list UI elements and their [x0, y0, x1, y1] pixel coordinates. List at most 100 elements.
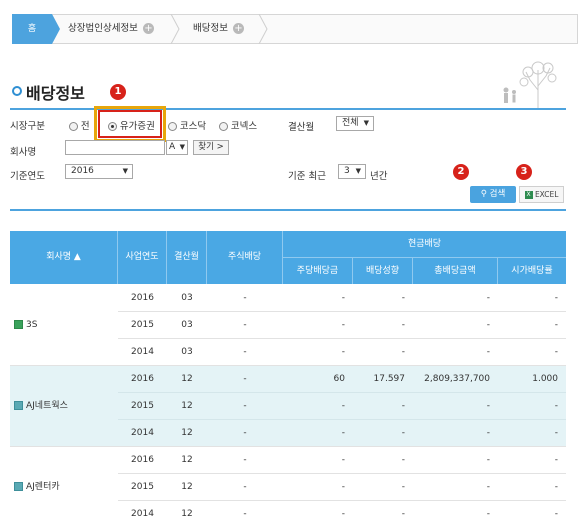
- total-cell: -: [486, 509, 490, 519]
- annotation-marker-3: 3: [516, 164, 532, 180]
- yield-cell: -: [554, 428, 558, 438]
- yield-cell: -: [554, 509, 558, 519]
- company-cell[interactable]: 3S: [10, 285, 118, 366]
- search-icon: ⚲: [480, 189, 487, 199]
- yield-cell: 1.000: [532, 374, 558, 384]
- plus-icon[interactable]: +: [232, 23, 244, 34]
- total-cell: -: [486, 347, 490, 357]
- month-cell: 12: [181, 401, 193, 411]
- dps-cell: 60: [333, 374, 345, 384]
- dropdown-arrow-icon: ▼: [355, 167, 361, 175]
- recent-years-label: 기준 최근: [288, 171, 326, 182]
- payout-cell: -: [401, 482, 405, 492]
- header-dividend-per-share: 주당배당금: [283, 258, 353, 284]
- year-cell: 2015: [131, 482, 154, 492]
- radio-icon[interactable]: [69, 122, 78, 131]
- yield-cell: -: [554, 320, 558, 330]
- payout-cell: -: [401, 320, 405, 330]
- stock-dividend-cell: -: [243, 428, 247, 438]
- base-year-label: 기준연도: [10, 171, 45, 182]
- title-bullet-icon: [12, 86, 22, 96]
- settle-month-select[interactable]: 전체 ▼: [336, 116, 374, 131]
- year-cell: 2015: [131, 401, 154, 411]
- breadcrumb-separator: [258, 14, 268, 44]
- recent-years-select[interactable]: 3 ▼: [338, 164, 366, 179]
- total-cell: -: [486, 428, 490, 438]
- month-cell: 12: [181, 428, 193, 438]
- year-cell: 2016: [131, 374, 154, 384]
- company-initial-select[interactable]: A ▼: [166, 140, 188, 155]
- stock-dividend-cell: -: [243, 293, 247, 303]
- year-cell: 2015: [131, 320, 154, 330]
- dps-cell: -: [341, 320, 345, 330]
- excel-icon: X: [524, 191, 533, 199]
- year-cell: 2016: [131, 293, 154, 303]
- month-cell: 03: [181, 320, 193, 330]
- stock-dividend-cell: -: [243, 455, 247, 465]
- stock-dividend-cell: -: [243, 374, 247, 384]
- dps-cell: -: [341, 509, 345, 519]
- base-year-select[interactable]: 2016 ▼: [65, 164, 133, 179]
- stock-dividend-cell: -: [243, 482, 247, 492]
- stock-dividend-cell: -: [243, 347, 247, 357]
- company-icon: [14, 320, 23, 329]
- total-cell: -: [486, 320, 490, 330]
- search-button[interactable]: ⚲ 검색: [470, 186, 516, 203]
- radio-icon[interactable]: [219, 122, 228, 131]
- header-dividend-yield: 시가배당률: [498, 258, 566, 284]
- breadcrumb-listed-company-detail[interactable]: 상장법인상세정보 +: [68, 14, 154, 44]
- header-company[interactable]: 회사명 ▲: [10, 231, 118, 284]
- month-cell: 12: [181, 482, 193, 492]
- total-cell: -: [486, 293, 490, 303]
- company-input[interactable]: [65, 140, 165, 155]
- radio-icon[interactable]: [168, 122, 177, 131]
- dropdown-arrow-icon: ▼: [363, 119, 369, 127]
- company-icon: [14, 482, 23, 491]
- payout-cell: -: [401, 428, 405, 438]
- market-label: 시장구분: [10, 121, 45, 132]
- payout-cell: -: [401, 455, 405, 465]
- year-cell: 2014: [131, 347, 154, 357]
- tree-illustration-icon: [503, 61, 557, 108]
- market-option-konex[interactable]: 코넥스: [219, 118, 257, 132]
- yield-cell: -: [554, 482, 558, 492]
- company-label: 회사명: [10, 147, 37, 158]
- company-cell[interactable]: AJ네트웍스: [10, 366, 118, 446]
- company-icon: [14, 401, 23, 410]
- excel-button[interactable]: X EXCEL: [519, 186, 564, 203]
- yield-cell: -: [554, 455, 558, 465]
- page-title: 배당정보: [26, 84, 85, 103]
- dps-cell: -: [341, 401, 345, 411]
- recent-years-unit: 년간: [370, 171, 388, 182]
- company-cell[interactable]: AJ렌터카: [10, 447, 118, 522]
- payout-cell: -: [401, 509, 405, 519]
- header-settle-month: 결산월: [167, 231, 207, 284]
- annotation-marker-2: 2: [453, 164, 469, 180]
- breadcrumb-label: 상장법인상세정보: [68, 23, 138, 34]
- total-cell: -: [486, 455, 490, 465]
- stock-dividend-cell: -: [243, 320, 247, 330]
- plus-icon[interactable]: +: [142, 23, 154, 34]
- radio-selected-icon[interactable]: [108, 122, 117, 131]
- header-total-dividend: 총배당금액: [413, 258, 498, 284]
- dps-cell: -: [341, 428, 345, 438]
- month-cell: 12: [181, 374, 193, 384]
- year-cell: 2014: [131, 509, 154, 519]
- header-stock-dividend: 주식배당: [207, 231, 283, 284]
- payout-cell: -: [401, 347, 405, 357]
- breadcrumb-dividend-info[interactable]: 배당정보 +: [193, 14, 244, 44]
- month-cell: 12: [181, 455, 193, 465]
- total-cell: -: [486, 401, 490, 411]
- total-cell: -: [486, 482, 490, 492]
- year-cell: 2014: [131, 428, 154, 438]
- market-option-all[interactable]: 전: [69, 118, 90, 132]
- yield-cell: -: [554, 401, 558, 411]
- annotation-marker-1: 1: [110, 84, 126, 100]
- home-breadcrumb[interactable]: 홈: [12, 14, 60, 44]
- market-option-kosdaq[interactable]: 코스닥: [168, 118, 206, 132]
- breadcrumb-label: 배당정보: [193, 23, 228, 34]
- find-button[interactable]: 찾기 >: [193, 140, 229, 155]
- market-option-kospi[interactable]: 유가증권: [108, 118, 155, 132]
- filter-divider: [10, 209, 566, 211]
- payout-cell: -: [401, 401, 405, 411]
